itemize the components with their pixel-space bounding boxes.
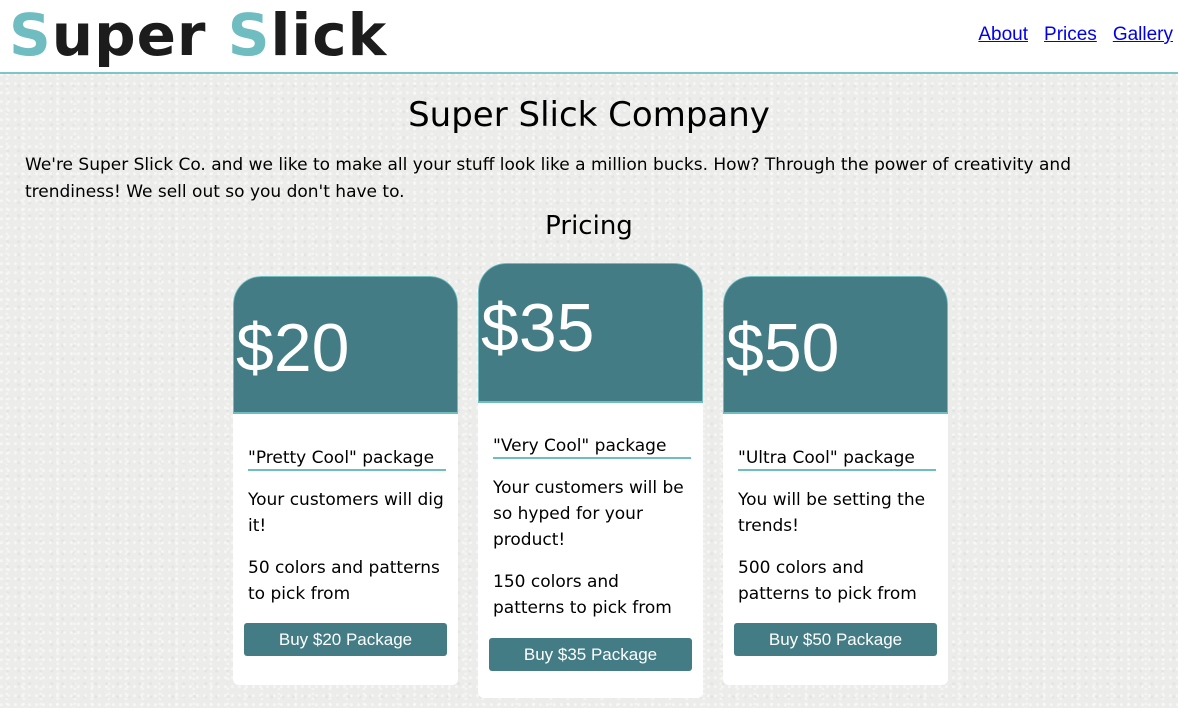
logo-letter-s2: S: [227, 1, 271, 69]
pricing-heading: Pricing: [545, 211, 633, 241]
site-header: Super Slick About Prices Gallery: [0, 0, 1178, 74]
card-price: $35: [481, 290, 595, 366]
logo-word2-rest: lick: [270, 1, 388, 69]
card-price: $50: [726, 310, 840, 386]
pricing-card-20: $20 "Pretty Cool" package Your customers…: [233, 276, 458, 685]
card-body: "Pretty Cool" package Your customers wil…: [233, 414, 458, 670]
card-features: 500 colors and patterns to pick from: [738, 558, 917, 604]
page-title: Super Slick Company: [408, 95, 770, 135]
card-description: Your customers will be so hyped for your…: [493, 478, 684, 550]
buy-50-button[interactable]: Buy $50 Package: [734, 623, 937, 656]
logo[interactable]: Super Slick: [9, 0, 387, 70]
card-description: You will be setting the trends!: [738, 490, 926, 536]
logo-word1-rest: uper: [51, 1, 228, 69]
card-features: 50 colors and patterns to pick from: [248, 558, 440, 604]
main-nav: About Prices Gallery: [978, 24, 1173, 46]
card-price: $20: [236, 310, 350, 386]
card-package-name: "Very Cool" package: [493, 436, 691, 459]
card-price-header: $20: [233, 276, 458, 414]
nav-link-about[interactable]: About: [978, 24, 1028, 46]
pricing-card-35: $35 "Very Cool" package Your customers w…: [478, 263, 703, 698]
nav-link-prices[interactable]: Prices: [1044, 24, 1097, 46]
logo-letter-s1: S: [9, 1, 52, 69]
card-package-name: "Pretty Cool" package: [248, 448, 446, 471]
card-features: 150 colors and patterns to pick from: [493, 572, 672, 618]
pricing-card-50: $50 "Ultra Cool" package You will be set…: [723, 276, 948, 685]
buy-20-button[interactable]: Buy $20 Package: [244, 623, 447, 656]
card-description: Your customers will dig it!: [248, 490, 444, 536]
card-body: "Ultra Cool" package You will be setting…: [723, 414, 948, 670]
nav-link-gallery[interactable]: Gallery: [1113, 24, 1173, 46]
card-package-name: "Ultra Cool" package: [738, 448, 936, 471]
buy-35-button[interactable]: Buy $35 Package: [489, 638, 692, 671]
card-price-header: $50: [723, 276, 948, 414]
card-price-header: $35: [478, 263, 703, 403]
card-body: "Very Cool" package Your customers will …: [478, 403, 703, 685]
intro-paragraph: We're Super Slick Co. and we like to mak…: [25, 155, 1071, 202]
